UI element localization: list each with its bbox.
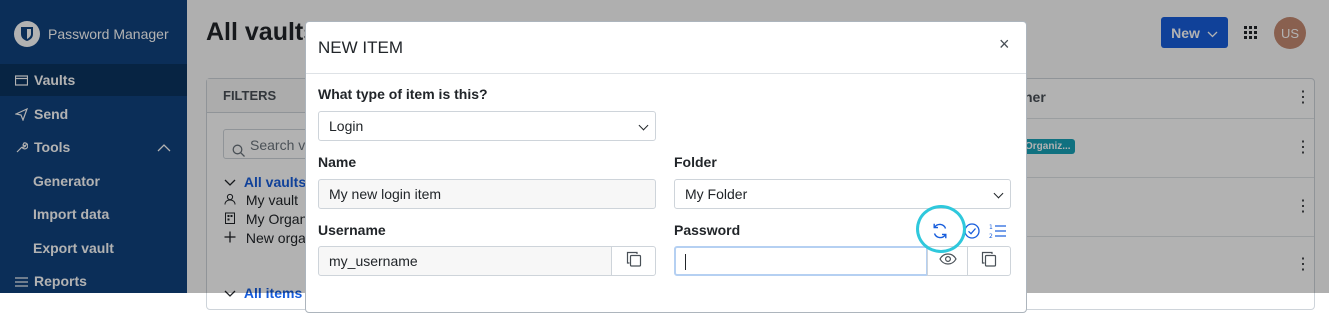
dialog-divider [306,73,1026,74]
name-value: My new login item [329,186,442,202]
item-type-select[interactable]: Login [318,111,656,141]
copy-password-button[interactable] [967,246,1011,276]
new-item-dialog: NEW ITEM × What type of item is this? Lo… [305,21,1027,313]
name-label: Name [318,154,357,170]
password-history-icon[interactable]: 12 [989,223,1006,244]
item-type-label: What type of item is this? [318,86,488,102]
username-value: my_username [329,253,418,269]
password-label: Password [674,222,741,238]
username-label: Username [318,222,386,238]
name-input[interactable]: My new login item [318,179,656,209]
copy-icon [981,251,997,272]
eye-icon [938,252,957,270]
copy-icon [626,251,642,272]
folder-label: Folder [674,154,717,170]
close-icon[interactable]: × [999,34,1010,55]
folder-select[interactable]: My Folder [674,179,1011,209]
password-input[interactable] [674,246,928,276]
dialog-title: NEW ITEM [318,38,403,57]
highlight-ring [916,205,966,253]
svg-text:1: 1 [989,224,993,231]
item-type-value: Login [329,118,364,134]
username-input[interactable]: my_username [318,246,612,276]
folder-value: My Folder [685,186,748,202]
check-password-icon[interactable] [964,223,980,244]
text-caret [685,254,686,270]
svg-text:2: 2 [989,233,993,239]
copy-username-button[interactable] [611,246,656,276]
